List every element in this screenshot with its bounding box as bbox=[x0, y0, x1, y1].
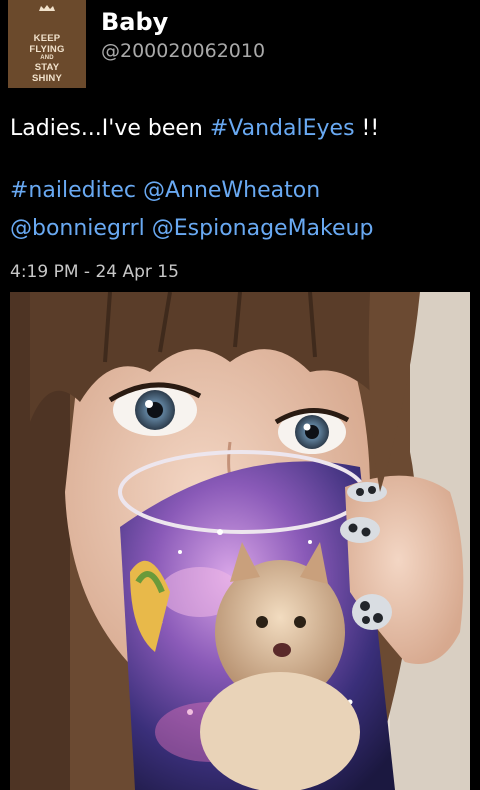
tweet-line-3: @bonniegrrl @EspionageMakeup bbox=[10, 210, 470, 248]
author-handle[interactable]: @200020062010 bbox=[101, 40, 265, 62]
avatar-line-2: FLYING bbox=[29, 44, 65, 55]
hashtag-naileditec[interactable]: #naileditec bbox=[10, 178, 136, 203]
tweet-timestamp: 4:19 PM - 24 Apr 15 bbox=[10, 262, 179, 282]
avatar-line-3: AND bbox=[40, 55, 54, 61]
avatar[interactable]: KEEP FLYING AND STAY SHINY bbox=[8, 0, 86, 88]
photo-woman-drinking-from-mug-icon bbox=[10, 292, 470, 790]
tweet-line-1: Ladies...I've been #VandalEyes !! bbox=[10, 110, 470, 148]
tweet-text-intro: Ladies...I've been bbox=[10, 116, 210, 141]
mention-espionagemakeup[interactable]: @EspionageMakeup bbox=[152, 216, 374, 241]
tweet-detail: KEEP FLYING AND STAY SHINY Baby @2000200… bbox=[0, 0, 480, 790]
avatar-line-4: STAY bbox=[34, 62, 60, 73]
avatar-line-5: SHINY bbox=[31, 73, 63, 84]
tweet-line-2: #naileditec @AnneWheaton bbox=[10, 172, 470, 210]
hashtag-vandaleyes[interactable]: #VandalEyes bbox=[210, 116, 355, 141]
mention-bonniegrrl[interactable]: @bonniegrrl bbox=[10, 216, 145, 241]
crown-icon bbox=[39, 5, 55, 11]
tweet-text: Ladies...I've been #VandalEyes !! #naile… bbox=[10, 110, 470, 248]
author-display-name[interactable]: Baby bbox=[101, 8, 168, 36]
tweet-photo[interactable] bbox=[10, 292, 470, 790]
tweet-text-suffix: !! bbox=[354, 116, 380, 141]
mention-annewheaton[interactable]: @AnneWheaton bbox=[143, 178, 320, 203]
avatar-line-1: KEEP bbox=[33, 33, 61, 44]
